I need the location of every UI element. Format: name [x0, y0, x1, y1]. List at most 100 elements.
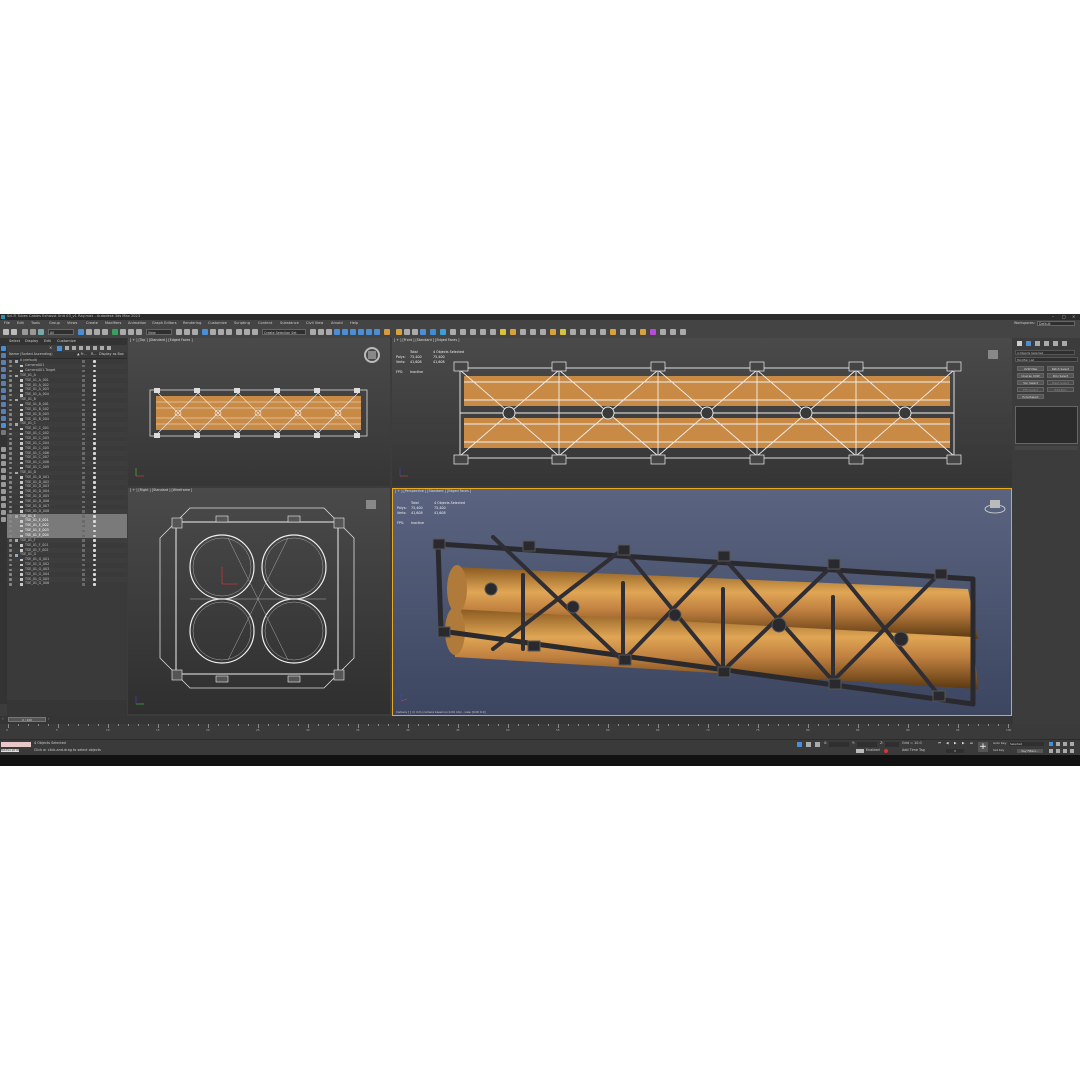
schematic-view-icon[interactable]	[342, 329, 348, 335]
plugin-e-icon[interactable]	[470, 329, 476, 335]
renderable-teapot-icon[interactable]	[93, 457, 96, 460]
orbit-icon[interactable]	[1063, 749, 1067, 753]
visibility-eye-icon[interactable]	[9, 384, 12, 387]
plugin-q-icon[interactable]	[590, 329, 596, 335]
create-tab-icon[interactable]	[1017, 341, 1022, 346]
freeze-toggle-icon[interactable]	[82, 544, 85, 547]
plugin-g-icon[interactable]	[490, 329, 496, 335]
mesh-select-button[interactable]: Mesh Select	[1047, 380, 1074, 385]
renderable-teapot-icon[interactable]	[93, 558, 96, 562]
menu-civil-view[interactable]: Civil View	[306, 321, 323, 326]
track-bar[interactable]: 0 5 10 15 20 25 30 35 40 45 50 55 60 65 70 75 80 85 90 95 10…	[0, 724, 1080, 739]
renderable-teapot-icon[interactable]	[93, 374, 96, 378]
filter-icon[interactable]	[1, 468, 6, 473]
plugin-p-icon[interactable]	[580, 329, 586, 335]
edit-poly-button[interactable]: Edit Poly	[1047, 387, 1074, 392]
visibility-eye-icon[interactable]	[9, 432, 12, 436]
explorer-tab-select[interactable]: Select	[9, 339, 20, 344]
renderable-teapot-icon[interactable]	[93, 369, 96, 373]
plugin-m-icon[interactable]	[550, 329, 556, 335]
uvw-map-button[interactable]: UVW Map	[1017, 366, 1044, 371]
visibility-eye-icon[interactable]	[9, 408, 12, 411]
renderable-teapot-icon[interactable]	[93, 583, 96, 586]
window-crossing-icon[interactable]	[102, 329, 108, 335]
add-time-tag[interactable]: Add Time Tag	[902, 748, 925, 752]
modifier-stack[interactable]	[1015, 406, 1078, 444]
plugin-r-icon[interactable]	[600, 329, 606, 335]
current-frame-field[interactable]: 0	[946, 749, 964, 753]
menu-rendering[interactable]: Rendering	[183, 321, 201, 326]
spinner-snap-icon[interactable]	[226, 329, 232, 335]
render-setup-icon[interactable]	[358, 329, 364, 335]
renderable-teapot-icon[interactable]	[93, 452, 96, 455]
renderable-teapot-icon[interactable]	[93, 481, 96, 484]
enabled-flag[interactable]: Enabled	[866, 748, 880, 752]
renderable-teapot-icon[interactable]	[93, 393, 96, 397]
display-invert-icon[interactable]	[1, 430, 6, 435]
visibility-eye-icon[interactable]	[9, 452, 12, 455]
visibility-eye-icon[interactable]	[9, 563, 12, 567]
pivot-icon[interactable]	[176, 329, 182, 335]
rectangular-selection-icon[interactable]	[94, 329, 100, 335]
visibility-eye-icon[interactable]	[9, 534, 12, 538]
minimize-icon[interactable]: –	[1052, 315, 1054, 319]
renderable-teapot-icon[interactable]	[93, 466, 96, 470]
modify-tab-icon[interactable]	[1026, 341, 1031, 346]
visibility-eye-icon[interactable]	[9, 539, 12, 542]
explorer-find-icon[interactable]	[65, 346, 69, 350]
explorer-options-icon[interactable]	[93, 346, 97, 350]
move-icon[interactable]	[112, 329, 118, 335]
coord-y-field[interactable]	[857, 742, 877, 747]
toggle-ribbon-icon[interactable]	[326, 329, 332, 335]
explorer-tab-customize[interactable]: Customize	[57, 339, 76, 344]
visibility-eye-icon[interactable]	[9, 573, 12, 576]
freeze-toggle-icon[interactable]	[82, 466, 85, 470]
explorer-layers-icon[interactable]	[86, 346, 90, 350]
display-helpers-icon[interactable]	[1, 388, 6, 393]
visibility-eye-icon[interactable]	[9, 500, 12, 504]
freeze-toggle-icon[interactable]	[82, 360, 85, 363]
visibility-eye-icon[interactable]	[9, 583, 12, 586]
mirror-icon[interactable]	[244, 329, 250, 335]
explorer-filter-icon[interactable]	[57, 346, 62, 351]
visibility-eye-icon[interactable]	[9, 476, 12, 479]
time-config-icon[interactable]	[856, 749, 864, 753]
plugin-j-icon[interactable]	[520, 329, 526, 335]
object-row[interactable]: TSE_01_G_006	[7, 582, 127, 587]
undo-icon[interactable]	[3, 329, 9, 335]
freeze-toggle-icon[interactable]	[82, 461, 85, 465]
renderable-teapot-icon[interactable]	[93, 524, 96, 528]
display-groups-icon[interactable]	[1, 402, 6, 407]
isolate-selection-icon[interactable]	[797, 742, 802, 747]
arnold-view-icon[interactable]	[404, 329, 410, 335]
zoom-icon[interactable]	[1049, 742, 1053, 746]
renderable-teapot-icon[interactable]	[93, 505, 96, 508]
freeze-toggle-icon[interactable]	[82, 413, 85, 416]
freeze-toggle-icon[interactable]	[82, 471, 85, 475]
visibility-eye-icon[interactable]	[9, 447, 12, 450]
coord-x-field[interactable]	[829, 742, 849, 747]
visibility-eye-icon[interactable]	[9, 418, 12, 421]
visibility-eye-icon[interactable]	[9, 486, 12, 489]
explorer-tab-edit[interactable]: Edit	[44, 339, 51, 344]
visibility-eye-icon[interactable]	[9, 578, 12, 581]
freeze-toggle-icon[interactable]	[82, 418, 85, 421]
viewport-perspective[interactable]: [ + ] [Perspective ] [Standard ] [Edged …	[392, 488, 1012, 716]
viewport-top[interactable]: [ + ] [Top ] [Standard ] [Edged Faces ]	[128, 338, 390, 486]
freeze-toggle-icon[interactable]	[82, 408, 85, 411]
freeze-toggle-icon[interactable]	[82, 524, 85, 528]
freeze-toggle-icon[interactable]	[82, 423, 85, 426]
freeze-toggle-icon[interactable]	[82, 495, 85, 499]
plugin-z-icon[interactable]	[680, 329, 686, 335]
go-to-end-icon[interactable]: ⏭	[970, 741, 973, 745]
freeze-toggle-icon[interactable]	[82, 554, 85, 557]
freeze-toggle-icon[interactable]	[82, 364, 85, 368]
hierarchy-icon[interactable]	[1, 447, 6, 452]
visibility-eye-icon[interactable]	[9, 544, 12, 547]
renderable-teapot-icon[interactable]	[93, 578, 96, 581]
renderable-teapot-icon[interactable]	[93, 573, 96, 576]
selection-lock-icon[interactable]	[806, 742, 811, 747]
keyboard-shortcut-icon[interactable]	[192, 329, 198, 335]
hierarchy-tab-icon[interactable]	[1035, 341, 1040, 346]
renderable-teapot-icon[interactable]	[93, 539, 96, 542]
